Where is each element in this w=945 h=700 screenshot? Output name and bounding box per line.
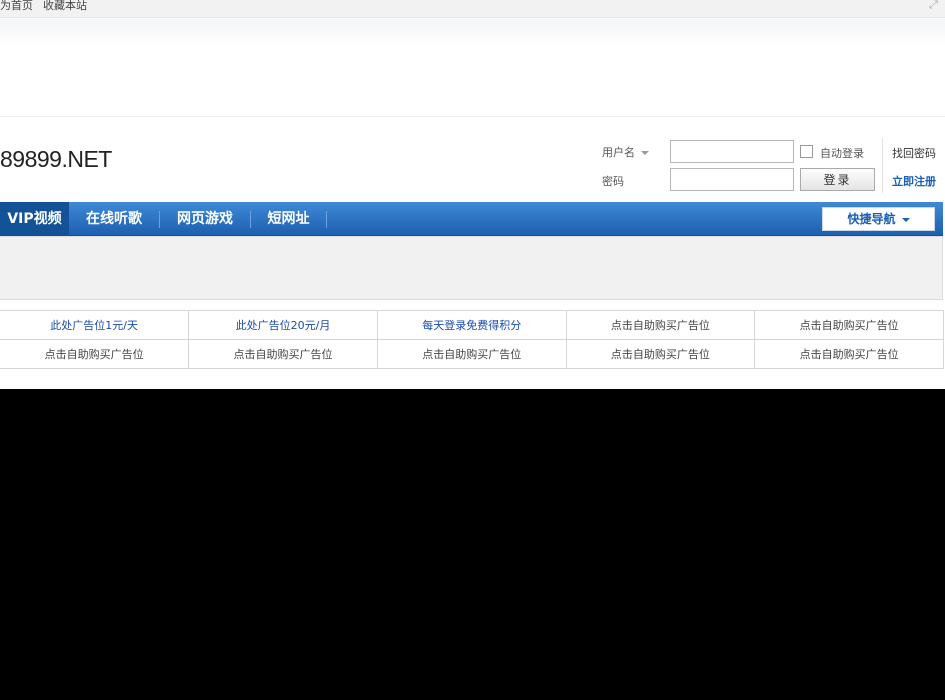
top-utility-bar: 为首页 收藏本站 ⤢ xyxy=(0,0,945,18)
nav-item-music[interactable]: 在线听歌 xyxy=(69,202,159,236)
ad-slot[interactable]: 点击自助购买广告位 xyxy=(754,310,944,340)
username-label-text: 用户名 xyxy=(602,146,635,159)
quick-nav-label: 快捷导航 xyxy=(847,212,896,226)
header-banner xyxy=(0,19,945,117)
password-input[interactable] xyxy=(670,168,794,191)
ad-slot[interactable]: 点击自助购买广告位 xyxy=(0,339,190,369)
password-label: 密码 xyxy=(602,175,624,188)
expand-icon[interactable]: ⤢ xyxy=(929,0,941,10)
auto-login-label[interactable]: 自动登录 xyxy=(820,145,864,161)
ad-row: 此处广告位1元/天 此处广告位20元/月 每天登录免费得积分 点击自助购买广告位… xyxy=(0,310,944,340)
page: 为首页 收藏本站 ⤢ 89899.NET 用户名 自动登录 密码 登录 找回密码… xyxy=(0,0,945,389)
register-link[interactable]: 立即注册 xyxy=(892,173,936,189)
nav-item-web-games[interactable]: 网页游戏 xyxy=(160,202,250,236)
ad-slot[interactable]: 点击自助购买广告位 xyxy=(188,339,378,369)
bookmark-link[interactable]: 收藏本站 xyxy=(43,0,87,11)
nav-item-short-url[interactable]: 短网址 xyxy=(251,202,326,236)
ad-slot[interactable]: 点击自助购买广告位 xyxy=(565,310,756,340)
auto-login-checkbox[interactable] xyxy=(800,145,813,158)
login-button[interactable]: 登录 xyxy=(800,168,875,191)
ad-grid: 此处广告位1元/天 此处广告位20元/月 每天登录免费得积分 点击自助购买广告位… xyxy=(0,310,944,369)
ad-slot[interactable]: 此处广告位1元/天 xyxy=(0,310,190,340)
divider xyxy=(882,138,883,193)
username-input[interactable] xyxy=(670,140,794,163)
username-label[interactable]: 用户名 xyxy=(602,144,649,160)
quick-nav-button[interactable]: 快捷导航 xyxy=(822,207,935,231)
ad-slot[interactable]: 点击自助购买广告位 xyxy=(754,339,944,369)
ad-slot[interactable]: 每天登录免费得积分 xyxy=(376,310,567,340)
ad-slot[interactable]: 点击自助购买广告位 xyxy=(565,339,756,369)
ad-slot[interactable]: 点击自助购买广告位 xyxy=(376,339,567,369)
chevron-down-icon xyxy=(901,217,910,222)
set-homepage-link[interactable]: 为首页 xyxy=(0,0,33,11)
main-nav: VIP视频 在线听歌 网页游戏 短网址 xyxy=(0,202,943,236)
nav-item-vip-video[interactable]: VIP视频 xyxy=(0,202,69,236)
ad-slot[interactable]: 此处广告位20元/月 xyxy=(188,310,378,340)
site-logo[interactable]: 89899.NET xyxy=(0,146,112,173)
nav-divider xyxy=(326,211,327,228)
chevron-down-icon xyxy=(641,151,649,155)
forgot-password-link[interactable]: 找回密码 xyxy=(892,145,936,161)
ad-row: 点击自助购买广告位 点击自助购买广告位 点击自助购买广告位 点击自助购买广告位 … xyxy=(0,339,944,369)
banner-area xyxy=(0,236,943,300)
